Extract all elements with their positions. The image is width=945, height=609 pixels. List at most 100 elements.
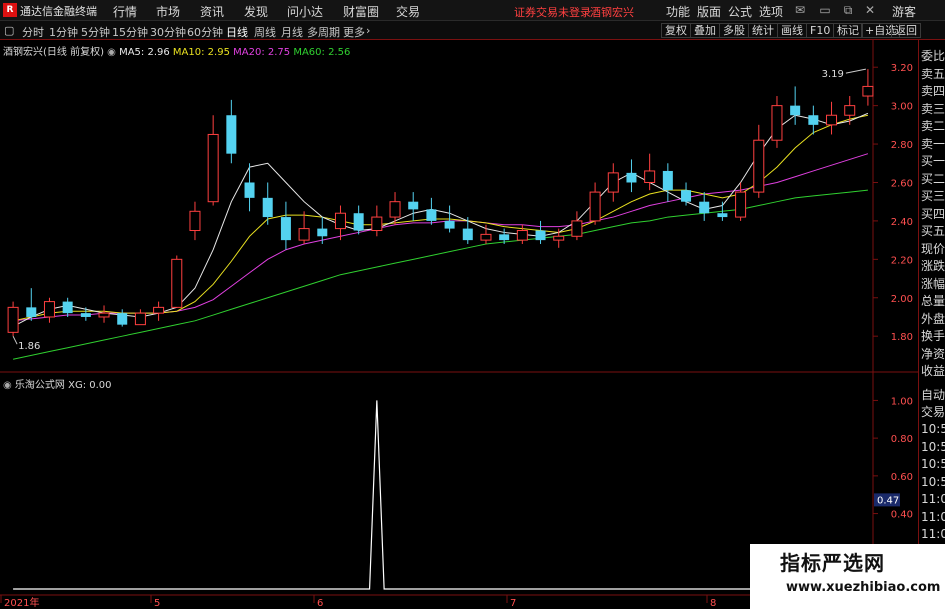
period-1min[interactable]: 1分钟 (49, 24, 78, 40)
candle-body-up (153, 306, 165, 314)
menu-news[interactable]: 资讯 (200, 3, 224, 20)
indicator-value: XG: 0.00 (68, 380, 112, 391)
ma60-label: MA60: 2.56 (293, 47, 351, 58)
price-axis-label: 1.80 (891, 332, 913, 343)
restore-icon[interactable]: ⧉ (840, 2, 856, 18)
candle-body-up (844, 105, 856, 116)
candle-body-down (262, 197, 273, 218)
candle-body-up (826, 114, 838, 126)
candle-body-down (626, 172, 637, 183)
candle-body-up (480, 233, 492, 241)
price-axis-label: 2.20 (891, 255, 913, 266)
toolbar-menu-icon[interactable]: ▢ (4, 24, 14, 37)
close-icon[interactable]: ✕ (862, 2, 878, 18)
period-multi[interactable]: 多周期 (307, 24, 340, 40)
login-status[interactable]: 证券交易未登录 (514, 4, 591, 20)
menu-trade[interactable]: 交易 (396, 3, 420, 20)
adjust-button[interactable]: 复权 (661, 23, 691, 38)
order-book-label: 涨跌 (921, 259, 945, 273)
mail-icon[interactable]: ✉ (792, 2, 808, 18)
order-book-label: 卖一 (921, 136, 945, 151)
quote-side-panel: 委比 卖五 卖四 卖三 卖二 卖一 买一 买二 买三 买四 买五 现价 涨跌 涨幅 总量 外盘 换手 净资 收益 自动… (918, 40, 945, 609)
price-axis-label: 2.60 (891, 178, 913, 189)
order-book-label: 净资 (921, 346, 945, 361)
main-chart-legend: 酒钢宏兴(日线 前复权) ◉ MA5: 2.96 MA10: 2.95 MA20… (3, 43, 350, 58)
period-monthly[interactable]: 月线 (281, 24, 303, 40)
candle-body-down (444, 220, 455, 229)
candle-body-up (735, 191, 747, 218)
chevron-right-icon[interactable]: › (366, 24, 370, 37)
price-axis-label: 2.80 (891, 140, 913, 151)
low-annotation: 1.86 (18, 341, 40, 352)
candle-body-up (771, 105, 783, 141)
order-book-label: 卖三 (921, 101, 945, 116)
multi-stock-button[interactable]: 多股 (719, 23, 749, 38)
sub-chart-legend: ◉ 乐淘公式网 XG: 0.00 (3, 376, 112, 391)
period-weekly[interactable]: 周线 (254, 24, 276, 40)
order-book-label: 买一 (921, 154, 945, 168)
user-guest[interactable]: 游客 (892, 3, 916, 20)
period-daily[interactable]: 日线 (226, 24, 248, 40)
menu-market[interactable]: 行情 (113, 3, 137, 20)
tick-time-label: 10:59 (921, 474, 945, 489)
period-30min[interactable]: 30分钟 (150, 24, 186, 40)
candle-body-up (553, 235, 565, 241)
ma20-label: MA20: 2.75 (233, 47, 291, 58)
menu-wealth-circle[interactable]: 财富圈 (343, 3, 379, 20)
settings-icon[interactable]: ◉ (3, 380, 15, 391)
menu-functions[interactable]: 功能 (666, 3, 690, 20)
period-more[interactable]: 更多 (343, 24, 365, 40)
app-logo: R (3, 3, 17, 17)
back-button[interactable]: 返回 (891, 23, 921, 38)
candle-body-up (389, 201, 401, 218)
menu-layout[interactable]: 版面 (697, 3, 721, 20)
candle-body-up (171, 258, 183, 308)
price-axis-label: 3.00 (891, 102, 913, 113)
menu-market-center[interactable]: 市场 (156, 3, 180, 20)
menu-options[interactable]: 选项 (759, 3, 783, 20)
candle-body-down (80, 313, 91, 317)
high-marker-line (845, 68, 867, 74)
menu-bar: R 通达信金融终端 行情 市场 资讯 发现 问小达 财富圈 交易 证券交易未登录… (0, 0, 945, 21)
order-book-label: 买三 (921, 189, 945, 203)
settings-icon[interactable]: ◉ (107, 47, 119, 58)
period-intraday[interactable]: 分时 (22, 24, 44, 40)
date-axis-label: 2021年 (4, 596, 39, 609)
candle-body-down (280, 217, 291, 241)
f10-button[interactable]: F10 (806, 23, 835, 38)
mark-button[interactable]: 标记 (833, 23, 863, 38)
minimize-icon[interactable]: ▭ (817, 2, 833, 18)
draw-line-button[interactable]: 画线 (777, 23, 807, 38)
candle-body-down (26, 307, 37, 317)
order-book-label: 买四 (921, 206, 945, 221)
candle-body-up (644, 170, 656, 183)
sub-axis-label: 0.80 (891, 434, 913, 445)
period-60min[interactable]: 60分钟 (187, 24, 223, 40)
xg-signal-line (13, 400, 868, 590)
menu-formula[interactable]: 公式 (728, 3, 752, 20)
candle-body-down (62, 301, 73, 314)
candlestick-chart[interactable]: 3.20 3.00 2.80 2.60 2.40 2.20 2.00 1.80 3.19 1.86 (0, 40, 918, 373)
auto-trade-label: 自动 (921, 388, 945, 402)
candle-body-up (371, 216, 383, 232)
menu-discover[interactable]: 发现 (244, 3, 268, 20)
tick-time-label: 11:00 (921, 492, 945, 506)
candle-body-down (426, 209, 437, 221)
date-axis-label: 5 (154, 598, 160, 609)
date-axis-label: 6 (317, 598, 323, 609)
low-marker-line (12, 335, 18, 345)
indicator-title: 乐淘公式网 (14, 380, 65, 391)
period-15min[interactable]: 15分钟 (112, 24, 148, 40)
order-book-label: 卖四 (921, 84, 945, 98)
overlay-button[interactable]: 叠加 (690, 23, 720, 38)
order-book-label: 委比 (921, 49, 945, 63)
menu-assistant[interactable]: 问小达 (287, 3, 323, 20)
candle-body-down (699, 201, 710, 214)
price-axis-label: 3.20 (891, 63, 913, 74)
order-book-label: 涨幅 (921, 276, 945, 291)
period-5min[interactable]: 5分钟 (81, 24, 110, 40)
tick-time-label: 10:59 (921, 422, 945, 436)
statistics-button[interactable]: 统计 (748, 23, 778, 38)
order-book-label: 买五 (921, 224, 945, 238)
order-book-label: 外盘 (921, 311, 945, 326)
